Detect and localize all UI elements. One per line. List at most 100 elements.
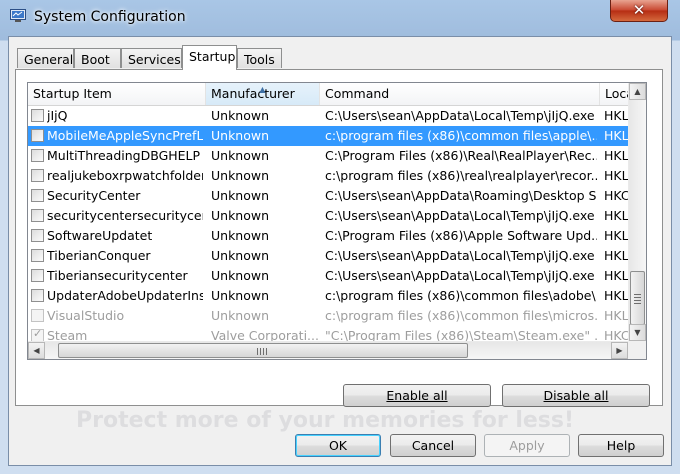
scroll-down-button[interactable]: ▼ xyxy=(629,324,646,341)
vertical-scroll-thumb[interactable] xyxy=(630,271,645,325)
scroll-left-button[interactable]: ◀ xyxy=(28,342,45,359)
location-cell: HKL xyxy=(604,168,628,183)
location-cell: HKL xyxy=(604,148,628,163)
scroll-right-icon: ▶ xyxy=(616,346,623,355)
manufacturer-cell: Unknown xyxy=(211,308,270,323)
table-row[interactable]: realjukeboxrpwatchfolders Unknown c:\progr… xyxy=(28,166,628,186)
command-cell: c:\program files (x86)\real\realplayer\r… xyxy=(325,168,597,183)
scroll-left-icon: ◀ xyxy=(33,346,40,355)
startup-item-name: realjukeboxrpwatchfolders xyxy=(47,168,203,183)
command-cell: C:\Program Files (x86)\Apple Software Up… xyxy=(325,228,597,243)
startup-item-checkbox[interactable] xyxy=(31,129,44,142)
manufacturer-cell: Unknown xyxy=(211,168,270,183)
startup-item-checkbox[interactable] xyxy=(31,149,44,162)
startup-tab-panel: Startup Item ▲ Manufacturer Command Loca … xyxy=(15,69,663,433)
startup-item-name: jIjQ xyxy=(47,108,68,123)
manufacturer-cell: Unknown xyxy=(211,148,270,163)
enable-all-button[interactable]: Enable all xyxy=(343,384,491,407)
tab-services-label: Services xyxy=(128,52,181,67)
command-cell: C:\Users\sean\AppData\Local\Temp\jIjQ.ex… xyxy=(325,268,595,283)
column-header-command[interactable]: Command xyxy=(320,83,600,105)
scroll-up-button[interactable]: ▲ xyxy=(629,83,646,100)
manufacturer-cell: Unknown xyxy=(211,208,270,223)
command-cell: c:\program files (x86)\common files\adob… xyxy=(325,288,597,303)
list-header: Startup Item ▲ Manufacturer Command Loca xyxy=(28,83,634,106)
startup-items-list[interactable]: Startup Item ▲ Manufacturer Command Loca … xyxy=(27,82,647,360)
checkmark-icon: ✓ xyxy=(33,327,43,340)
startup-item-checkbox[interactable] xyxy=(31,169,44,182)
startup-item-checkbox[interactable] xyxy=(31,289,44,302)
tab-services[interactable]: Services xyxy=(121,48,182,68)
tab-boot[interactable]: Boot xyxy=(74,48,121,68)
disable-all-button[interactable]: Disable all xyxy=(502,384,650,407)
startup-item-checkbox[interactable] xyxy=(31,209,44,222)
table-row[interactable]: jIjQ Unknown C:\Users\sean\AppData\Local\T… xyxy=(28,106,628,126)
command-cell: C:\Users\sean\AppData\Roaming\Desktop S.… xyxy=(325,188,597,203)
startup-item-checkbox[interactable] xyxy=(31,249,44,262)
tab-general-label: General xyxy=(24,52,74,67)
vertical-scrollbar[interactable]: ▲ ▼ xyxy=(628,83,646,341)
location-cell: HKL xyxy=(604,128,628,143)
table-row[interactable]: UpdaterAdobeUpdaterIns... Unknown c:\progr… xyxy=(28,286,628,306)
table-row[interactable]: Tiberiansecuritycenter Unknown C:\Users\se… xyxy=(28,266,628,286)
startup-item-name: VisualStudio xyxy=(47,308,125,323)
sort-ascending-icon: ▲ xyxy=(259,85,266,94)
title-bar[interactable]: System Configuration ✕ xyxy=(0,0,680,36)
startup-item-name: securitycentersecuritycen... xyxy=(47,208,203,223)
location-cell: HKL xyxy=(604,248,628,263)
table-row[interactable]: VisualStudio Unknown c:\program files (x86… xyxy=(28,306,628,326)
cancel-button[interactable]: Cancel xyxy=(390,434,476,457)
location-cell: HKL xyxy=(604,228,628,243)
startup-item-name: MultiThreadingDBGHELP xyxy=(47,148,201,163)
manufacturer-cell: Unknown xyxy=(211,288,270,303)
close-button[interactable]: ✕ xyxy=(610,0,668,22)
location-cell: HKC xyxy=(604,188,628,203)
location-cell: HKL xyxy=(604,268,628,283)
tab-general[interactable]: General xyxy=(17,48,74,68)
startup-item-checkbox[interactable] xyxy=(31,229,44,242)
scroll-right-button[interactable]: ▶ xyxy=(611,342,628,359)
manufacturer-cell: Unknown xyxy=(211,108,270,123)
manufacturer-cell: Unknown xyxy=(211,248,270,263)
startup-item-checkbox[interactable] xyxy=(31,109,44,122)
table-row[interactable]: SoftwareUpdatet Unknown C:\Program Files (… xyxy=(28,226,628,246)
tab-boot-label: Boot xyxy=(81,52,110,67)
startup-item-checkbox xyxy=(31,309,44,322)
window-title: System Configuration xyxy=(34,9,186,25)
tab-startup[interactable]: Startup xyxy=(182,45,237,70)
scroll-up-icon: ▲ xyxy=(634,87,641,96)
table-row[interactable]: securitycentersecuritycen... Unknown C:\Us… xyxy=(28,206,628,226)
ok-button[interactable]: OK xyxy=(295,434,381,457)
startup-item-name: SoftwareUpdatet xyxy=(47,228,153,243)
startup-item-name: Tiberiansecuritycenter xyxy=(47,268,188,283)
help-button[interactable]: Help xyxy=(578,434,664,457)
horizontal-scroll-thumb[interactable] xyxy=(58,343,468,358)
system-configuration-window: System Configuration ✕ General Boot Serv… xyxy=(0,0,680,474)
tab-tools-label: Tools xyxy=(244,52,275,67)
startup-item-name: TiberianConquer xyxy=(47,248,151,263)
startup-item-name: SecurityCenter xyxy=(47,188,141,203)
dialog-body: General Boot Services Startup Tools Star… xyxy=(8,36,672,466)
table-row[interactable]: MultiThreadingDBGHELP Unknown C:\Program F… xyxy=(28,146,628,166)
column-header-manufacturer[interactable]: ▲ Manufacturer xyxy=(206,83,320,105)
command-cell: C:\Users\sean\AppData\Local\Temp\jIjQ.ex… xyxy=(325,208,595,223)
close-icon: ✕ xyxy=(632,1,646,19)
table-row[interactable]: TiberianConquer Unknown C:\Users\sean\AppD… xyxy=(28,246,628,266)
manufacturer-cell: Unknown xyxy=(211,128,270,143)
location-cell: HKL xyxy=(604,288,628,303)
location-cell: HKL xyxy=(604,208,628,223)
location-cell: HKL xyxy=(604,308,628,323)
table-row[interactable]: SecurityCenter Unknown C:\Users\sean\AppDa… xyxy=(28,186,628,206)
apply-button[interactable]: Apply xyxy=(484,434,570,457)
scrollbar-corner xyxy=(628,341,646,359)
startup-item-checkbox[interactable] xyxy=(31,189,44,202)
table-row[interactable]: MobileMeAppleSyncPrefL... Unknown c:\progr… xyxy=(28,126,628,146)
horizontal-scrollbar[interactable]: ◀ ▶ xyxy=(28,341,628,359)
command-cell: C:\Program Files (x86)\Real\RealPlayer\R… xyxy=(325,148,597,163)
column-header-startup-item[interactable]: Startup Item xyxy=(28,83,206,105)
manufacturer-cell: Unknown xyxy=(211,268,270,283)
manufacturer-cell: Unknown xyxy=(211,188,270,203)
startup-item-checkbox[interactable] xyxy=(31,269,44,282)
tab-tools[interactable]: Tools xyxy=(237,48,282,68)
command-cell: c:\program files (x86)\common files\appl… xyxy=(325,128,597,143)
